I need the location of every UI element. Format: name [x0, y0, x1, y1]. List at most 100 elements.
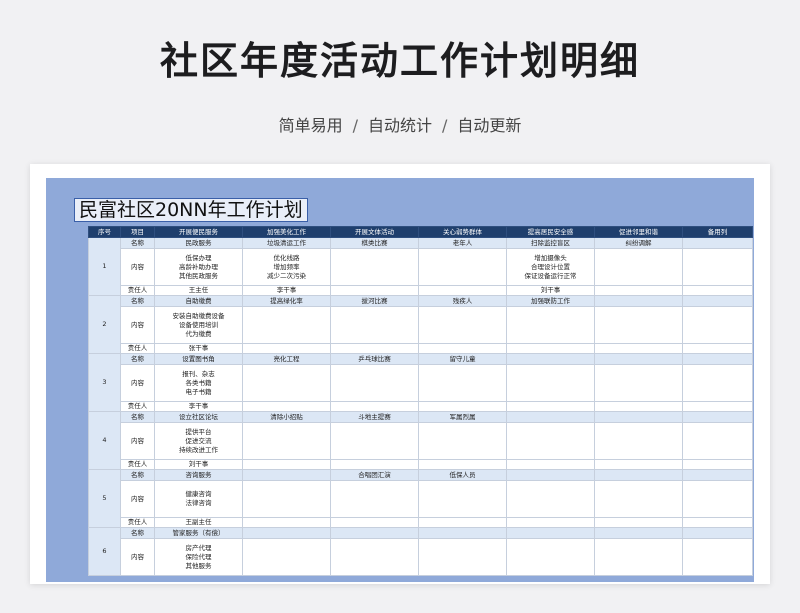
content-cell[interactable] [418, 480, 507, 518]
owner-cell[interactable] [594, 285, 683, 296]
content-cell[interactable]: 提供平台 促进交流 持续改进工作 [154, 422, 243, 460]
owner-cell[interactable] [418, 517, 507, 528]
row-label[interactable]: 内容 [120, 248, 155, 286]
content-cell[interactable] [418, 306, 507, 344]
name-cell[interactable] [594, 411, 683, 423]
content-cell[interactable] [418, 422, 507, 460]
owner-cell[interactable] [594, 517, 683, 528]
name-cell[interactable] [682, 527, 753, 539]
row-label[interactable]: 名称 [120, 469, 155, 481]
name-cell[interactable]: 加强联防工作 [506, 295, 595, 307]
content-cell[interactable] [594, 306, 683, 344]
owner-cell[interactable] [330, 459, 419, 470]
name-cell[interactable]: 拔河比赛 [330, 295, 419, 307]
name-cell[interactable] [242, 527, 331, 539]
name-cell[interactable] [418, 527, 507, 539]
name-cell[interactable] [594, 527, 683, 539]
owner-cell[interactable] [682, 343, 753, 354]
name-cell[interactable] [682, 295, 753, 307]
owner-cell[interactable]: 王副主任 [154, 517, 243, 528]
name-cell[interactable] [594, 353, 683, 365]
owner-cell[interactable] [242, 517, 331, 528]
content-cell[interactable] [594, 480, 683, 518]
content-cell[interactable] [330, 480, 419, 518]
row-index[interactable]: 1 [88, 237, 121, 296]
name-cell[interactable] [682, 237, 753, 249]
row-label[interactable]: 名称 [120, 411, 155, 423]
owner-cell[interactable] [242, 343, 331, 354]
content-cell[interactable]: 安装自助缴费设备 设备使用培训 代为缴费 [154, 306, 243, 344]
row-label[interactable]: 名称 [120, 295, 155, 307]
row-label[interactable]: 责任人 [120, 285, 155, 296]
owner-cell[interactable] [682, 401, 753, 412]
content-cell[interactable] [682, 306, 753, 344]
owner-cell[interactable] [506, 401, 595, 412]
name-cell[interactable]: 设立社区论坛 [154, 411, 243, 423]
owner-cell[interactable]: 李干事 [242, 285, 331, 296]
owner-cell[interactable]: 王主任 [154, 285, 243, 296]
owner-cell[interactable] [506, 517, 595, 528]
owner-cell[interactable] [594, 459, 683, 470]
name-cell[interactable] [330, 527, 419, 539]
content-cell[interactable] [330, 364, 419, 402]
name-cell[interactable]: 低保人员 [418, 469, 507, 481]
owner-cell[interactable] [418, 343, 507, 354]
name-cell[interactable] [682, 411, 753, 423]
owner-cell[interactable] [682, 285, 753, 296]
content-cell[interactable] [682, 248, 753, 286]
name-cell[interactable]: 棋类比赛 [330, 237, 419, 249]
column-header[interactable]: 开展文体活动 [330, 226, 419, 238]
row-index[interactable]: 2 [88, 295, 121, 354]
content-cell[interactable] [330, 248, 419, 286]
name-cell[interactable]: 纠纷调解 [594, 237, 683, 249]
name-cell[interactable]: 管家服务（有偿） [154, 527, 243, 539]
name-cell[interactable]: 乒乓球比赛 [330, 353, 419, 365]
content-cell[interactable] [330, 306, 419, 344]
owner-cell[interactable]: 刘干事 [506, 285, 595, 296]
column-header[interactable]: 促进邻里和谐 [594, 226, 683, 238]
content-cell[interactable] [330, 422, 419, 460]
name-cell[interactable]: 斗地主提赛 [330, 411, 419, 423]
row-label[interactable]: 责任人 [120, 459, 155, 470]
name-cell[interactable] [594, 295, 683, 307]
owner-cell[interactable] [682, 517, 753, 528]
content-cell[interactable] [594, 364, 683, 402]
content-cell[interactable] [506, 422, 595, 460]
owner-cell[interactable] [330, 401, 419, 412]
content-cell[interactable] [418, 538, 507, 576]
name-cell[interactable] [242, 469, 331, 481]
name-cell[interactable] [594, 469, 683, 481]
row-label[interactable]: 内容 [120, 480, 155, 518]
owner-cell[interactable] [506, 343, 595, 354]
row-index[interactable]: 3 [88, 353, 121, 412]
content-cell[interactable] [242, 364, 331, 402]
content-cell[interactable] [682, 364, 753, 402]
column-header[interactable]: 备用列 [682, 226, 753, 238]
name-cell[interactable]: 残疾人 [418, 295, 507, 307]
owner-cell[interactable] [594, 401, 683, 412]
column-header[interactable]: 提高居民安全感 [506, 226, 595, 238]
name-cell[interactable]: 咨询服务 [154, 469, 243, 481]
row-label[interactable]: 责任人 [120, 517, 155, 528]
content-cell[interactable] [506, 538, 595, 576]
owner-cell[interactable] [242, 401, 331, 412]
name-cell[interactable]: 亮化工程 [242, 353, 331, 365]
content-cell[interactable] [682, 422, 753, 460]
row-label[interactable]: 责任人 [120, 401, 155, 412]
row-index[interactable]: 4 [88, 411, 121, 470]
name-cell[interactable]: 合唱团汇演 [330, 469, 419, 481]
name-cell[interactable]: 垃圾清运工作 [242, 237, 331, 249]
name-cell[interactable]: 清除小招贴 [242, 411, 331, 423]
name-cell[interactable]: 老年人 [418, 237, 507, 249]
content-cell[interactable]: 报刊、杂志 各类书籍 电子书籍 [154, 364, 243, 402]
content-cell[interactable] [594, 422, 683, 460]
content-cell[interactable] [242, 422, 331, 460]
name-cell[interactable] [506, 469, 595, 481]
content-cell[interactable] [330, 538, 419, 576]
content-cell[interactable] [242, 538, 331, 576]
name-cell[interactable]: 留守儿童 [418, 353, 507, 365]
content-cell[interactable]: 健康咨询 法律咨询 [154, 480, 243, 518]
content-cell[interactable]: 低保办理 高龄补助办理 其他民政服务 [154, 248, 243, 286]
column-header[interactable]: 开展便民服务 [154, 226, 243, 238]
row-label[interactable]: 内容 [120, 364, 155, 402]
